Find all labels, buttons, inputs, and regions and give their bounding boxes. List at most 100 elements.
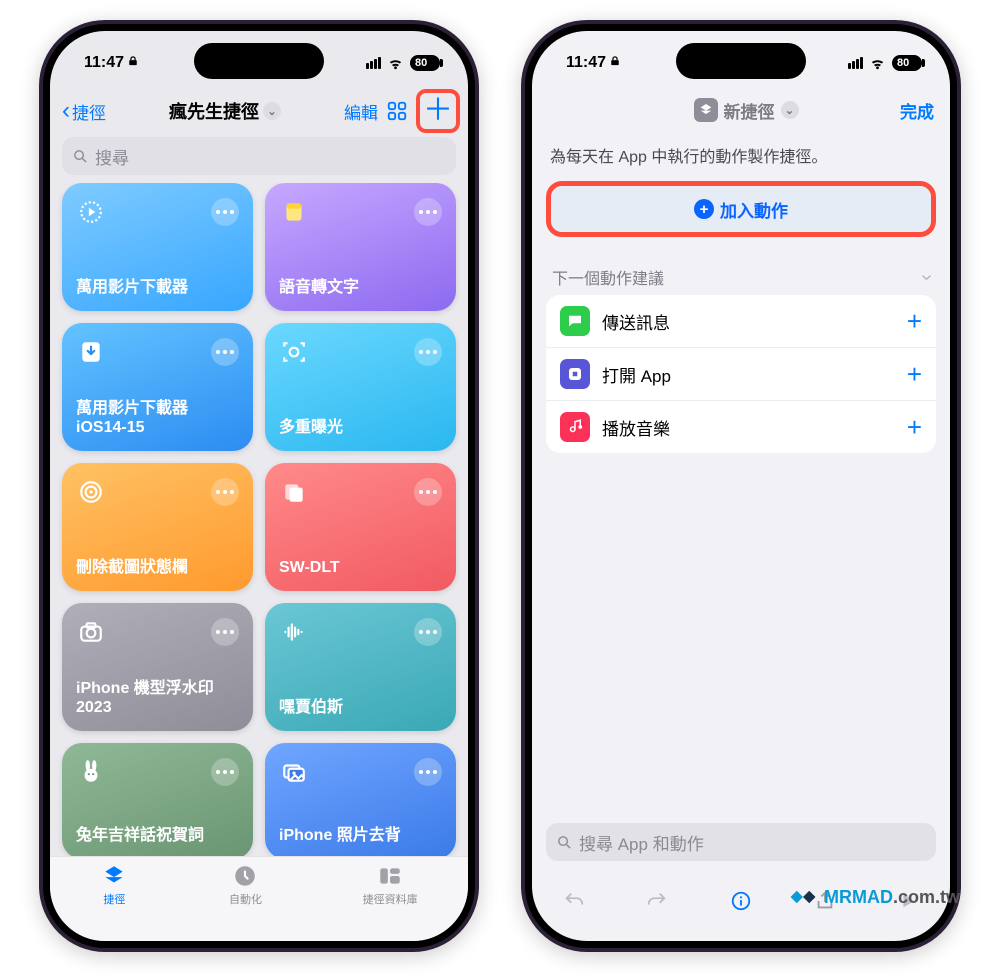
more-icon[interactable] [414, 478, 442, 506]
more-icon[interactable] [211, 338, 239, 366]
tile-label: 嘿賈伯斯 [279, 698, 442, 717]
highlight-add-shortcut: ＋ [416, 89, 460, 133]
suggestions-list: 傳送訊息 + 打開 App + 播放音樂 + [546, 295, 936, 453]
wifi-icon [869, 55, 886, 72]
lock-icon [610, 54, 620, 72]
waveform-icon [279, 617, 309, 647]
camera-scan-icon [279, 337, 309, 367]
tile-label: iPhone 照片去背 [279, 826, 442, 845]
add-shortcut-button[interactable]: ＋ [423, 96, 453, 126]
suggestion-label: 播放音樂 [602, 415, 895, 440]
add-icon[interactable]: + [907, 306, 922, 337]
mrmad-logo-icon [788, 885, 818, 909]
tab-label: 捷徑資料庫 [363, 891, 418, 907]
watermark: MRMAD.com.tw [788, 885, 960, 909]
rabbit-icon [76, 757, 106, 787]
open-app-icon [560, 359, 590, 389]
chevron-down-icon: › [915, 274, 938, 281]
more-icon[interactable] [414, 338, 442, 366]
camera-icon [76, 617, 106, 647]
more-icon[interactable] [211, 198, 239, 226]
suggestion-label: 傳送訊息 [602, 309, 895, 334]
more-icon[interactable] [211, 478, 239, 506]
shortcut-title[interactable]: 新捷徑 ⌄ [694, 98, 799, 123]
download-icon [76, 337, 106, 367]
wifi-icon [387, 55, 404, 72]
more-icon[interactable] [211, 618, 239, 646]
photos-icon [279, 757, 309, 787]
play-circle-icon [76, 197, 106, 227]
more-icon[interactable] [211, 758, 239, 786]
add-action-label: 加入動作 [720, 197, 788, 222]
tile-label: 刪除截圖狀態欄 [76, 558, 239, 577]
suggestion-label: 打開 App [602, 362, 895, 387]
status-time: 11:47 [566, 54, 606, 72]
dynamic-island [676, 43, 806, 79]
suggestion-item-messages[interactable]: 傳送訊息 + [546, 295, 936, 347]
status-time: 11:47 [84, 54, 124, 72]
highlight-add-action: + 加入動作 [546, 181, 936, 237]
tab-bar: 捷徑 自動化 捷徑資料庫 [50, 856, 468, 941]
battery-indicator: 80 [410, 55, 440, 71]
nav-bar: 新捷徑 ⌄ 完成 [532, 91, 950, 131]
shortcut-tile[interactable]: 萬用影片下載器 iOS14-15 [62, 323, 253, 451]
tile-label: 多重曝光 [279, 418, 442, 437]
shortcut-tile[interactable]: 嘿賈伯斯 [265, 603, 456, 731]
back-button[interactable]: ‹ 捷徑 [62, 99, 106, 124]
phone-right: 11:47 80 新捷徑 ⌄ 完成 為每天在 App 中執行的 [521, 20, 961, 952]
search-placeholder: 搜尋 [95, 144, 129, 169]
tab-label: 捷徑 [103, 891, 125, 907]
more-icon[interactable] [414, 198, 442, 226]
tab-automation[interactable]: 自動化 [229, 863, 262, 907]
tile-label: 兔年吉祥話祝賀詞 [76, 826, 239, 845]
redo-button[interactable] [643, 887, 671, 915]
lock-icon [128, 54, 138, 72]
plus-circle-icon: + [694, 199, 714, 219]
add-icon[interactable]: + [907, 412, 922, 443]
tile-label: 萬用影片下載器 iOS14-15 [76, 399, 239, 437]
shortcut-grid: 萬用影片下載器 語音轉文字 萬用影片下載器 iOS14-15 [50, 183, 468, 856]
shortcut-tile[interactable]: 多重曝光 [265, 323, 456, 451]
add-icon[interactable]: + [907, 359, 922, 390]
chevron-down-icon: ⌄ [781, 101, 799, 119]
tile-label: 語音轉文字 [279, 278, 442, 297]
view-mode-button[interactable] [384, 100, 410, 122]
phone-left: 11:47 80 ‹ 捷徑 瘋先生捷徑 ⌄ 編輯 [39, 20, 479, 952]
shortcut-tile[interactable]: 兔年吉祥話祝賀詞 [62, 743, 253, 856]
shortcut-tile[interactable]: iPhone 照片去背 [265, 743, 456, 856]
shortcut-tile[interactable]: 語音轉文字 [265, 183, 456, 311]
shortcut-tile[interactable]: 刪除截圖狀態欄 [62, 463, 253, 591]
shortcut-tile[interactable]: SW-DLT [265, 463, 456, 591]
notes-icon [279, 197, 309, 227]
shortcut-app-icon [694, 98, 718, 122]
done-button[interactable]: 完成 [900, 98, 934, 123]
tile-label: SW-DLT [279, 558, 442, 577]
search-placeholder: 搜尋 App 和動作 [579, 830, 704, 855]
suggestion-item-open-app[interactable]: 打開 App + [546, 347, 936, 400]
tab-shortcuts[interactable]: 捷徑 [100, 863, 128, 907]
edit-button[interactable]: 編輯 [344, 99, 378, 124]
suggestion-item-play-music[interactable]: 播放音樂 + [546, 400, 936, 453]
dynamic-island [194, 43, 324, 79]
tab-label: 自動化 [229, 891, 262, 907]
shortcut-tile[interactable]: iPhone 機型浮水印2023 [62, 603, 253, 731]
search-actions-input[interactable]: 搜尋 App 和動作 [546, 823, 936, 861]
tab-gallery[interactable]: 捷徑資料庫 [363, 863, 418, 907]
info-button[interactable] [727, 887, 755, 915]
folder-title[interactable]: 瘋先生捷徑 ⌄ [112, 98, 338, 124]
stack-icon [279, 477, 309, 507]
more-icon[interactable] [414, 758, 442, 786]
chevron-left-icon: ‹ [62, 99, 70, 123]
cellular-signal-icon [366, 57, 381, 69]
music-icon [560, 412, 590, 442]
cellular-signal-icon [848, 57, 863, 69]
search-icon [556, 834, 573, 851]
suggestions-header[interactable]: 下一個動作建議 › [532, 265, 950, 295]
undo-button[interactable] [560, 887, 588, 915]
add-action-button[interactable]: + 加入動作 [551, 186, 931, 232]
more-icon[interactable] [414, 618, 442, 646]
search-input[interactable]: 搜尋 [62, 137, 456, 175]
shortcut-tile[interactable]: 萬用影片下載器 [62, 183, 253, 311]
back-label: 捷徑 [72, 99, 106, 124]
prompt-text: 為每天在 App 中執行的動作製作捷徑。 [532, 131, 950, 175]
